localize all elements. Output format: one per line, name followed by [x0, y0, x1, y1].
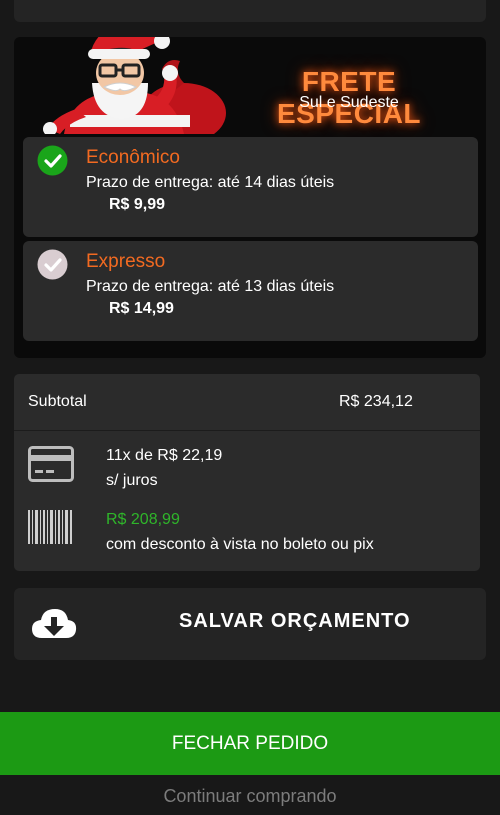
promo-subtitle: Sul e Sudeste: [299, 94, 399, 111]
credit-card-icon: [28, 446, 74, 482]
cloud-download-icon: [32, 609, 77, 638]
option-price: R$ 9,99: [109, 196, 166, 213]
subtotal-row: Subtotal R$ 234,12: [14, 374, 480, 431]
installments-line: 11x de R$ 22,19: [106, 447, 223, 464]
cash-discount-note: com desconto à vista no boleto ou pix: [106, 536, 374, 553]
save-quote-label: SALVAR ORÇAMENTO: [179, 610, 411, 632]
shipping-option-economico[interactable]: Econômico Prazo de entrega: até 14 dias …: [23, 137, 478, 237]
option-delivery-term: Prazo de entrega: até 13 dias úteis: [86, 278, 335, 295]
order-summary: Subtotal R$ 234,12 11x de R$ 22,19 s/ ju…: [14, 374, 480, 571]
shipping-panel: FRETE ESPECIAL Sul e Sudeste Econômico P…: [14, 37, 486, 358]
barcode-icon: [28, 510, 72, 544]
checkout-button[interactable]: FECHAR PEDIDO: [0, 712, 500, 775]
option-price: R$ 14,99: [109, 300, 174, 317]
subtotal-value: R$ 234,12: [339, 393, 413, 410]
check-icon[interactable]: [37, 145, 68, 176]
previous-section-strip: [14, 0, 486, 22]
continue-shopping-link[interactable]: Continuar comprando: [0, 786, 500, 807]
option-delivery-term: Prazo de entrega: até 14 dias úteis: [86, 174, 335, 191]
save-quote-button[interactable]: SALVAR ORÇAMENTO: [14, 588, 486, 660]
cash-price: R$ 208,99: [106, 511, 180, 528]
option-name: Expresso: [86, 251, 166, 272]
shipping-option-expresso[interactable]: Expresso Prazo de entrega: até 13 dias ú…: [23, 241, 478, 341]
santa-mascot: [43, 37, 226, 134]
check-icon[interactable]: [37, 249, 68, 280]
subtotal-label: Subtotal: [28, 393, 87, 410]
checkout-label: FECHAR PEDIDO: [171, 733, 329, 754]
option-name: Econômico: [86, 147, 180, 168]
installments-note: s/ juros: [106, 472, 158, 489]
promo-banner: FRETE ESPECIAL Sul e Sudeste: [14, 37, 486, 134]
